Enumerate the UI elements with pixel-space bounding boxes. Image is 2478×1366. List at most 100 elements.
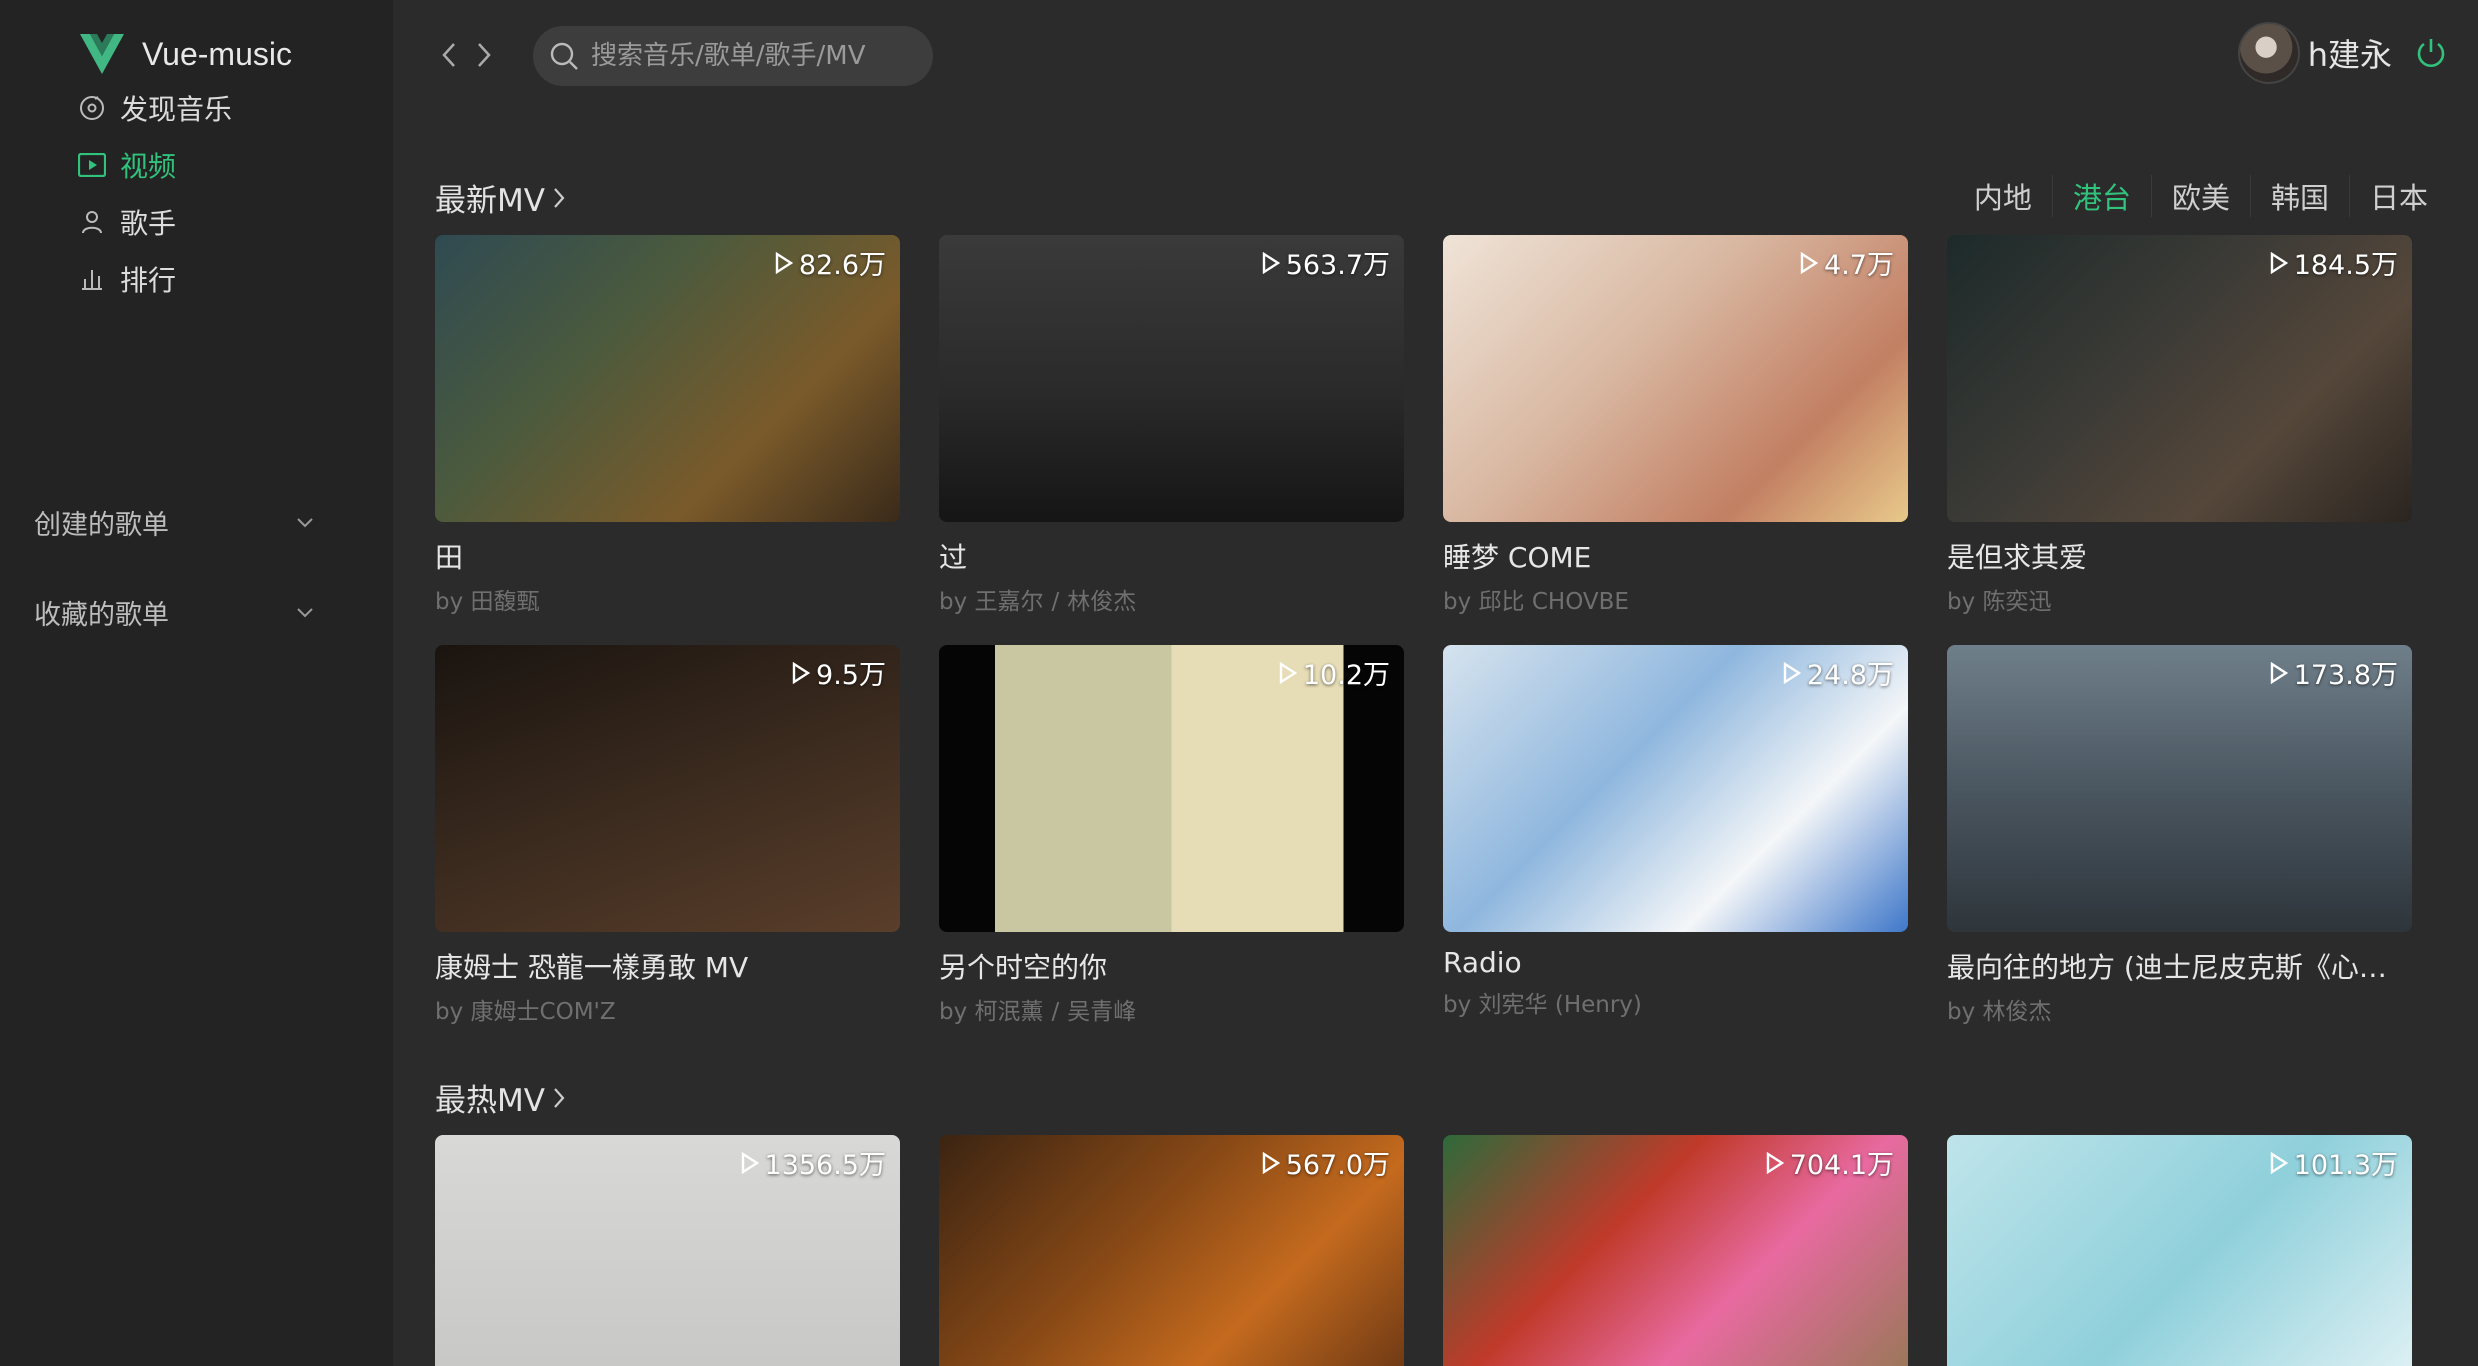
power-icon[interactable] [2414,36,2448,70]
mv-card[interactable]: 567.0万 [939,1135,1404,1366]
back-arrow-icon[interactable] [438,40,462,70]
by-prefix: by [1443,992,1479,1018]
play-count-value: 1356.5万 [764,1150,886,1181]
play-count-icon [775,251,793,274]
hot-mv-title[interactable]: 最热MV [435,1075,567,1120]
tab-western[interactable]: 欧美 [2150,175,2250,217]
mv-thumbnail[interactable]: 24.8万 [1443,645,1908,932]
by-prefix: by [1947,999,1983,1025]
by-prefix: by [1443,589,1479,615]
sidebar-item-label: 排行 [120,264,177,297]
play-count-value: 10.2万 [1302,660,1390,691]
tab-mainland[interactable]: 内地 [1954,175,2052,217]
play-count-value: 704.1万 [1789,1150,1894,1181]
mv-thumbnail[interactable]: 173.8万 [1947,645,2412,932]
mv-artists: by 林俊杰 [1947,992,2412,1026]
sidebar: Vue-music 发现音乐 视频 歌手 排行 创建的歌单 收藏的歌单 [0,0,393,1366]
section-label: 创建的歌单 [34,510,169,541]
mv-card[interactable]: 82.6万田 by 田馥甄 [435,235,900,616]
by-prefix: by [939,999,975,1025]
mv-title[interactable]: 睡梦 COME [1443,536,1908,576]
artist-name[interactable]: 林俊杰 [1067,589,1136,615]
chevron-down-icon [297,517,313,527]
mv-card[interactable]: 101.3万 [1947,1135,2412,1366]
artist-name[interactable]: 田馥甄 [471,589,540,615]
play-count: 9.5万 [792,653,886,692]
artist-name[interactable]: 林俊杰 [1983,999,2052,1025]
mv-card[interactable]: 1356.5万 [435,1135,900,1366]
mv-card[interactable]: 704.1万 [1443,1135,1908,1366]
mv-title[interactable]: Radio [1443,946,1908,979]
play-count-icon [741,1151,759,1174]
sidebar-item-label: 发现音乐 [120,93,233,126]
by-prefix: by [435,999,471,1025]
by-prefix: by [435,589,471,615]
tab-korea[interactable]: 韩国 [2249,175,2349,217]
mv-thumbnail[interactable]: 567.0万 [939,1135,1404,1366]
tab-hk-tw[interactable]: 港台 [2051,175,2151,217]
forward-arrow-icon[interactable] [471,40,495,70]
mv-thumbnail[interactable]: 563.7万 [939,235,1404,522]
created-playlists-toggle[interactable]: 创建的歌单 [34,503,314,542]
mv-title[interactable]: 是但求其爱 [1947,536,2412,576]
search-input[interactable] [591,41,921,71]
play-count: 82.6万 [775,243,886,282]
username[interactable]: h建永 [2308,30,2392,76]
mv-thumbnail[interactable]: 9.5万 [435,645,900,932]
play-count: 4.7万 [1800,243,1894,282]
video-icon [78,151,106,179]
mv-thumbnail[interactable]: 184.5万 [1947,235,2412,522]
mv-card[interactable]: 173.8万最向往的地方 (迪士尼皮克斯《心灵奇旅》中文主题曲) by 林俊杰 [1947,645,2412,1026]
mv-thumbnail[interactable]: 82.6万 [435,235,900,522]
mv-card[interactable]: 4.7万睡梦 COME by 邱比 CHOVBE [1443,235,1908,616]
play-count-icon [1800,251,1819,274]
play-count-value: 24.8万 [1806,660,1894,691]
sidebar-item-label: 歌手 [120,207,177,240]
artist-name[interactable]: 陈奕迅 [1983,589,2052,615]
sidebar-item-video[interactable]: 视频 [78,145,176,185]
mv-card[interactable]: 24.8万 Radio by 刘宪华 (Henry) [1443,645,1908,1019]
play-count-value: 4.7万 [1824,250,1894,281]
mv-thumbnail[interactable]: 704.1万 [1443,1135,1908,1366]
play-count-value: 82.6万 [798,250,886,281]
mv-card[interactable]: 9.5万康姆士 恐龍一樣勇敢 MV by 康姆士COM'Z [435,645,900,1026]
avatar[interactable] [2237,22,2300,84]
mv-thumbnail[interactable]: 1356.5万 [435,1135,900,1366]
mv-title[interactable]: 另个时空的你 [939,946,1404,986]
app-logo[interactable]: Vue-music [80,34,292,74]
play-count: 184.5万 [2270,243,2398,282]
play-count-icon [1262,1151,1280,1174]
sidebar-item-singer[interactable]: 歌手 [78,202,176,242]
play-count-icon [1262,251,1280,274]
chevron-down-icon [297,607,313,617]
artist-name[interactable]: 康姆士COM'Z [471,999,616,1025]
mv-thumbnail[interactable]: 101.3万 [1947,1135,2412,1366]
mv-thumbnail[interactable]: 4.7万 [1443,235,1908,522]
mv-title[interactable]: 康姆士 恐龍一樣勇敢 MV [435,946,900,986]
user-area: h建永 [2237,22,2448,84]
artist-name[interactable]: 吴青峰 [1067,999,1136,1025]
mv-title[interactable]: 过 [939,536,1404,576]
play-count-icon [2270,251,2288,274]
singer-icon [78,208,106,236]
play-count-icon [1783,661,1801,684]
mv-card[interactable]: 10.2万 另个时空的你 by 柯泯薰 / 吴青峰 [939,645,1404,1026]
tab-japan[interactable]: 日本 [2348,175,2448,217]
sidebar-item-discover[interactable]: 发现音乐 [78,88,232,128]
artist-name[interactable]: 刘宪华 (Henry) [1479,992,1642,1018]
collected-playlists-toggle[interactable]: 收藏的歌单 [34,593,314,632]
mv-artists: by 田馥甄 [435,582,900,616]
artist-name[interactable]: 王嘉尔 [975,589,1044,615]
mv-thumbnail[interactable]: 10.2万 [939,645,1404,932]
play-count-icon [1766,1151,1784,1174]
latest-mv-title[interactable]: 最新MV [435,175,567,220]
mv-card[interactable]: 563.7万过 by 王嘉尔 / 林俊杰 [939,235,1404,616]
search-box[interactable] [533,26,933,86]
mv-artists: by 刘宪华 (Henry) [1443,985,1908,1019]
sidebar-item-ranking[interactable]: 排行 [78,259,176,299]
artist-name[interactable]: 柯泯薰 [975,999,1044,1025]
mv-title[interactable]: 最向往的地方 (迪士尼皮克斯《心灵奇旅》中文主题曲) [1947,946,2412,986]
mv-card[interactable]: 184.5万 是但求其爱 by 陈奕迅 [1947,235,2412,616]
mv-title[interactable]: 田 [435,536,900,576]
artist-name[interactable]: 邱比 CHOVBE [1479,589,1629,615]
